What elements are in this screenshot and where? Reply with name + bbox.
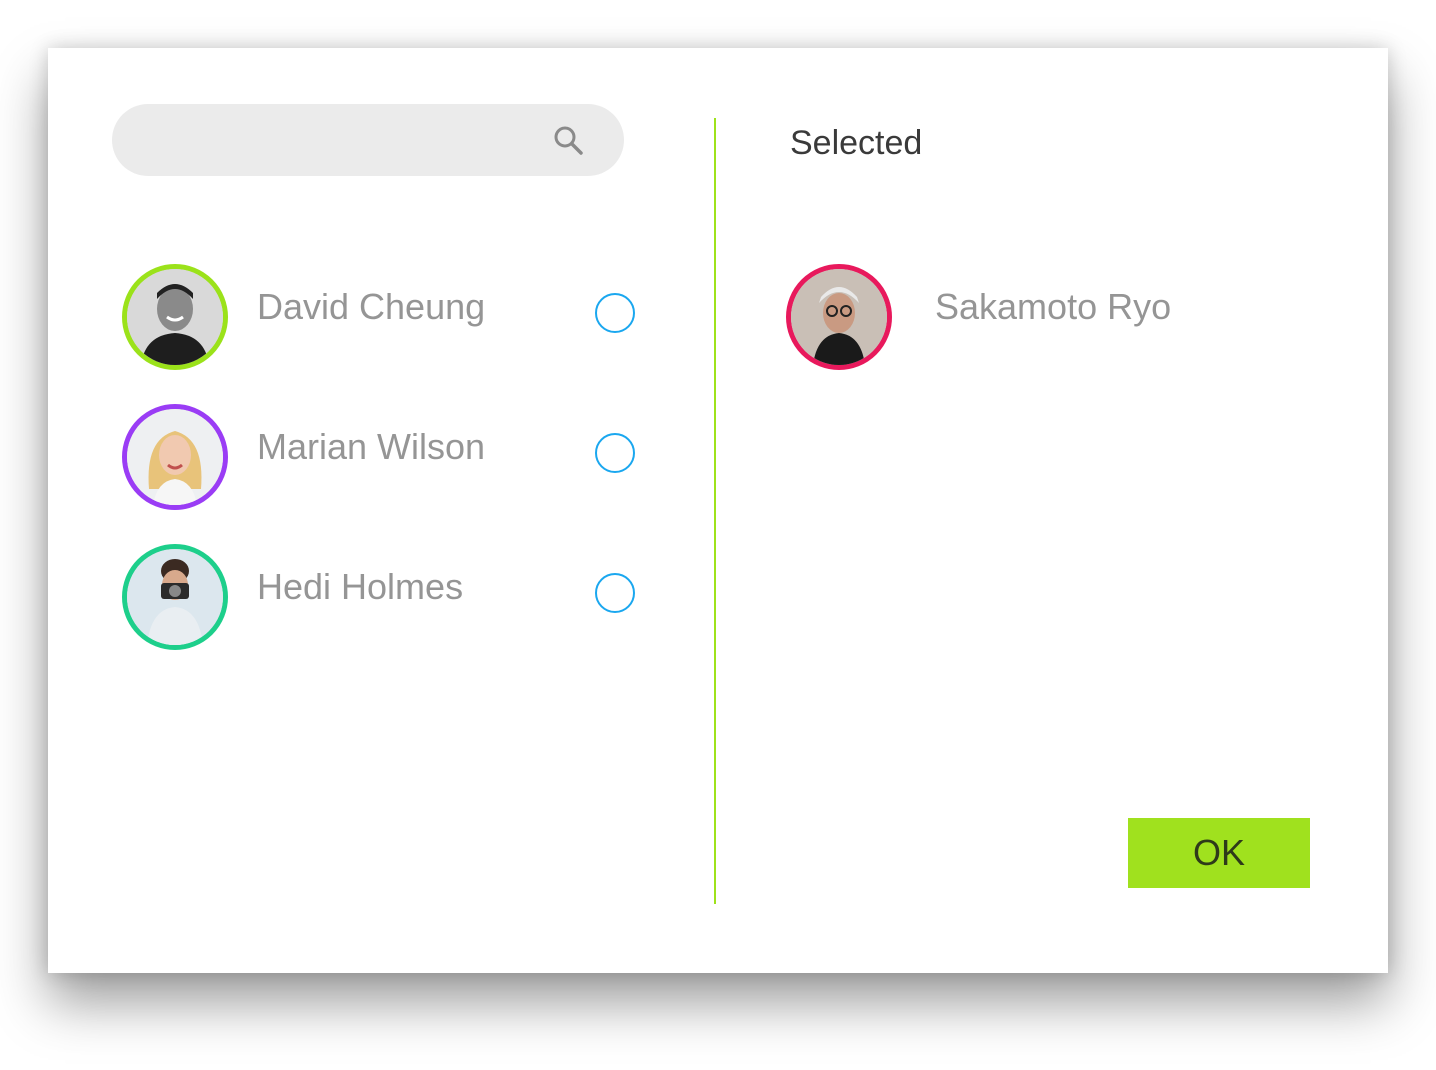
person-photo-icon <box>127 269 223 365</box>
select-radio[interactable] <box>595 433 635 473</box>
avatar <box>122 404 228 510</box>
contact-item-hedi-holmes[interactable]: Hedi Holmes <box>122 544 642 650</box>
select-radio[interactable] <box>595 573 635 613</box>
contact-name: Hedi Holmes <box>257 566 464 607</box>
selected-heading: Selected <box>790 124 923 162</box>
select-radio[interactable] <box>595 293 635 333</box>
avatar <box>122 264 228 370</box>
selected-contact-name: Sakamoto Ryo <box>935 286 1172 327</box>
contact-name: Marian Wilson <box>257 426 486 467</box>
contact-item-marian-wilson[interactable]: Marian Wilson <box>122 404 642 510</box>
ok-button[interactable]: OK <box>1128 818 1310 888</box>
contact-item-david-cheung[interactable]: David Cheung <box>122 264 642 370</box>
search-bar[interactable] <box>112 104 624 178</box>
search-icon[interactable] <box>552 124 584 156</box>
person-photo-icon <box>127 409 223 505</box>
person-photo-icon <box>127 549 223 645</box>
person-photo-icon <box>791 269 887 365</box>
contact-picker-dialog: David Cheung Marian Wilson Hedi Holmes S… <box>48 48 1388 973</box>
avatar <box>122 544 228 650</box>
column-divider <box>714 118 716 904</box>
contact-name: David Cheung <box>257 286 486 327</box>
avatar <box>786 264 892 370</box>
selected-item-sakamoto-ryo[interactable]: Sakamoto Ryo <box>786 264 1306 370</box>
search-input[interactable] <box>140 104 544 178</box>
